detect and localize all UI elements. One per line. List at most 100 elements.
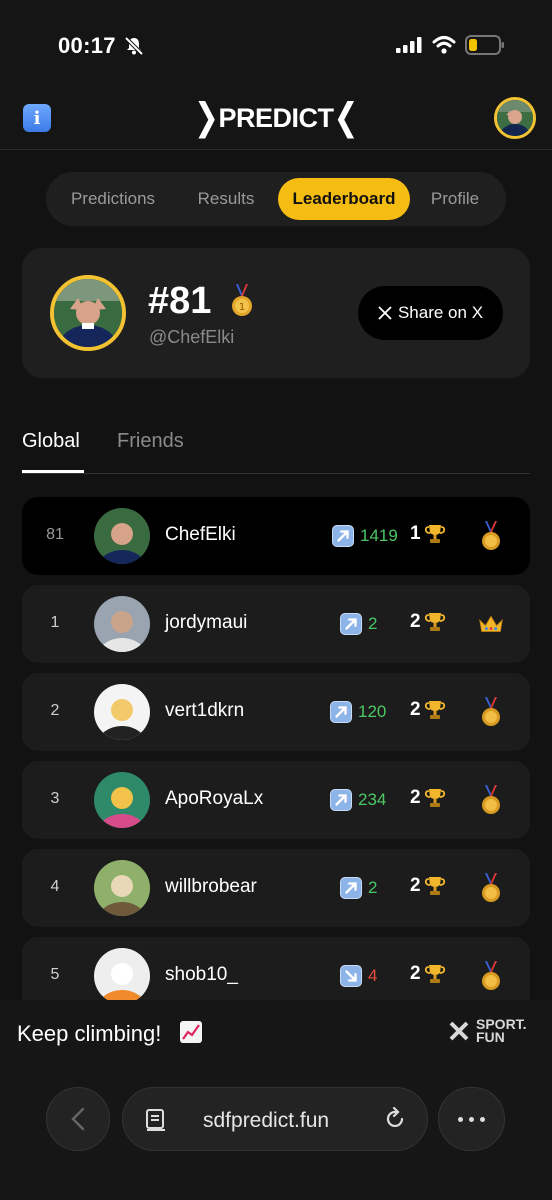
- avatar-photo-icon: [94, 860, 150, 916]
- wifi-icon: [432, 36, 456, 54]
- more-dot: [458, 1116, 463, 1122]
- row-trophy-count: 2: [410, 611, 421, 632]
- crown-icon: [479, 615, 503, 632]
- row-rank-change: 2: [340, 877, 377, 899]
- row-change-value: 1419: [360, 526, 398, 545]
- row-username: jordymaui: [165, 612, 248, 633]
- row-avatar: [94, 508, 150, 564]
- trophy-icon: [424, 965, 445, 983]
- leaderboard-row[interactable]: 3 ApoRoyaLx 234 2: [22, 761, 530, 839]
- gold-medal-icon: [482, 521, 500, 550]
- row-username: vert1dkrn: [165, 700, 245, 721]
- row-avatar: [94, 772, 150, 828]
- url-text: sdfpredict.fun: [203, 1109, 330, 1132]
- tab-profile[interactable]: Profile: [410, 178, 500, 220]
- gold-medal-icon: [482, 785, 500, 814]
- row-avatar: [94, 684, 150, 740]
- row-username: shob10_: [165, 964, 238, 985]
- row-trophies: 2: [410, 699, 446, 721]
- tab-global[interactable]: Global: [22, 430, 80, 453]
- row-rank: 5: [50, 966, 60, 983]
- svg-text:1: 1: [239, 302, 245, 313]
- header-avatar[interactable]: [494, 97, 536, 139]
- row-change-value: 234: [358, 790, 387, 809]
- row-rank-change: 120: [330, 701, 386, 723]
- more-dot: [469, 1116, 474, 1122]
- share-label: Share on X: [397, 303, 484, 322]
- row-trophies: 2: [410, 787, 446, 809]
- arrow-up-right-icon: [340, 877, 362, 899]
- gold-medal-icon: [482, 961, 500, 990]
- row-trophies: 2: [410, 875, 446, 897]
- leaderboard-row[interactable]: 4 willbrobear 2 2: [22, 849, 530, 927]
- arrow-up-right-icon: [330, 701, 352, 723]
- row-rank-change: 4: [340, 965, 377, 987]
- avatar-photo-icon: [54, 279, 122, 347]
- row-trophy-count: 1: [410, 523, 421, 544]
- row-rank: 1: [50, 614, 60, 631]
- row-trophy-count: 2: [410, 787, 421, 808]
- row-rank-change: 234: [330, 789, 386, 811]
- my-rank: #81: [148, 280, 212, 322]
- sport-fun-mark-icon: [449, 1021, 469, 1041]
- app-header: i ❯PREDICT❮: [0, 90, 552, 150]
- bottom-area: Keep climbing! SPORT. FUN sdfpredict.fun: [0, 1000, 552, 1200]
- row-change-value: 4: [368, 966, 378, 985]
- row-username: ChefElki: [165, 524, 236, 545]
- trophy-icon: [424, 613, 445, 631]
- leaderboard-row[interactable]: 2 vert1dkrn 120 2: [22, 673, 530, 751]
- row-change-value: 120: [358, 702, 387, 721]
- avatar-photo-icon: [497, 100, 533, 136]
- row-badge: [478, 607, 504, 641]
- tab-leaderboard[interactable]: Leaderboard: [278, 178, 410, 220]
- logo-chevron-right-icon: ❯: [193, 96, 219, 139]
- arrow-up-right-icon: [340, 613, 362, 635]
- gold-medal-icon: [482, 873, 500, 902]
- browser-back-button[interactable]: [46, 1087, 110, 1151]
- row-badge: [478, 783, 504, 817]
- browser-more-button[interactable]: [438, 1087, 505, 1151]
- trophy-icon: [424, 877, 445, 895]
- row-badge: [478, 695, 504, 729]
- row-trophies: 2: [410, 611, 446, 633]
- tab-predictions[interactable]: Predictions: [52, 178, 174, 220]
- footer-message: Keep climbing!: [17, 1021, 162, 1046]
- row-rank-change: 1419: [332, 525, 398, 547]
- browser-url-bar[interactable]: sdfpredict.fun: [122, 1087, 428, 1151]
- avatar-photo-icon: [94, 596, 150, 652]
- x-logo-icon: [378, 306, 392, 320]
- row-change-value: 2: [368, 878, 378, 897]
- logo-text: PREDICT: [218, 103, 334, 133]
- footer-message-row: Keep climbing!: [17, 1020, 203, 1047]
- status-bar: 00:17: [0, 0, 552, 90]
- row-badge: [478, 871, 504, 905]
- row-trophy-count: 2: [410, 875, 421, 896]
- arrow-up-right-icon: [330, 789, 352, 811]
- cellular-signal-icon: [396, 37, 422, 53]
- active-tab-underline: [22, 470, 84, 473]
- avatar-photo-icon: [94, 772, 150, 828]
- my-rank-card: #81 1 @ChefElki Share on X: [22, 248, 530, 378]
- row-rank-change: 2: [340, 613, 377, 635]
- main-tab-bar: Predictions Results Leaderboard Profile: [46, 172, 506, 226]
- arrow-up-right-icon: [332, 525, 354, 547]
- leaderboard-row-me[interactable]: 81 ChefElki 1419 1: [22, 497, 530, 575]
- tab-results[interactable]: Results: [174, 178, 278, 220]
- row-avatar: [94, 860, 150, 916]
- leaderboard-row[interactable]: 1 jordymaui 2 2: [22, 585, 530, 663]
- row-trophies: 1: [410, 523, 446, 545]
- sport-fun-logo[interactable]: SPORT. FUN: [448, 1017, 527, 1044]
- row-trophy-count: 2: [410, 963, 421, 984]
- row-avatar: [94, 596, 150, 652]
- leaderboard-scope-tabs: Global Friends: [22, 420, 530, 474]
- row-rank: 2: [50, 702, 60, 719]
- share-on-x-button[interactable]: Share on X: [358, 286, 503, 340]
- row-rank: 4: [50, 878, 60, 895]
- chart-increasing-icon: [180, 1021, 203, 1043]
- avatar-photo-icon: [94, 684, 150, 740]
- trophy-icon: [424, 525, 445, 543]
- row-username: ApoRoyaLx: [165, 788, 264, 809]
- row-change-value: 2: [368, 614, 378, 633]
- tab-friends[interactable]: Friends: [117, 430, 184, 453]
- reload-icon[interactable]: [383, 1107, 407, 1131]
